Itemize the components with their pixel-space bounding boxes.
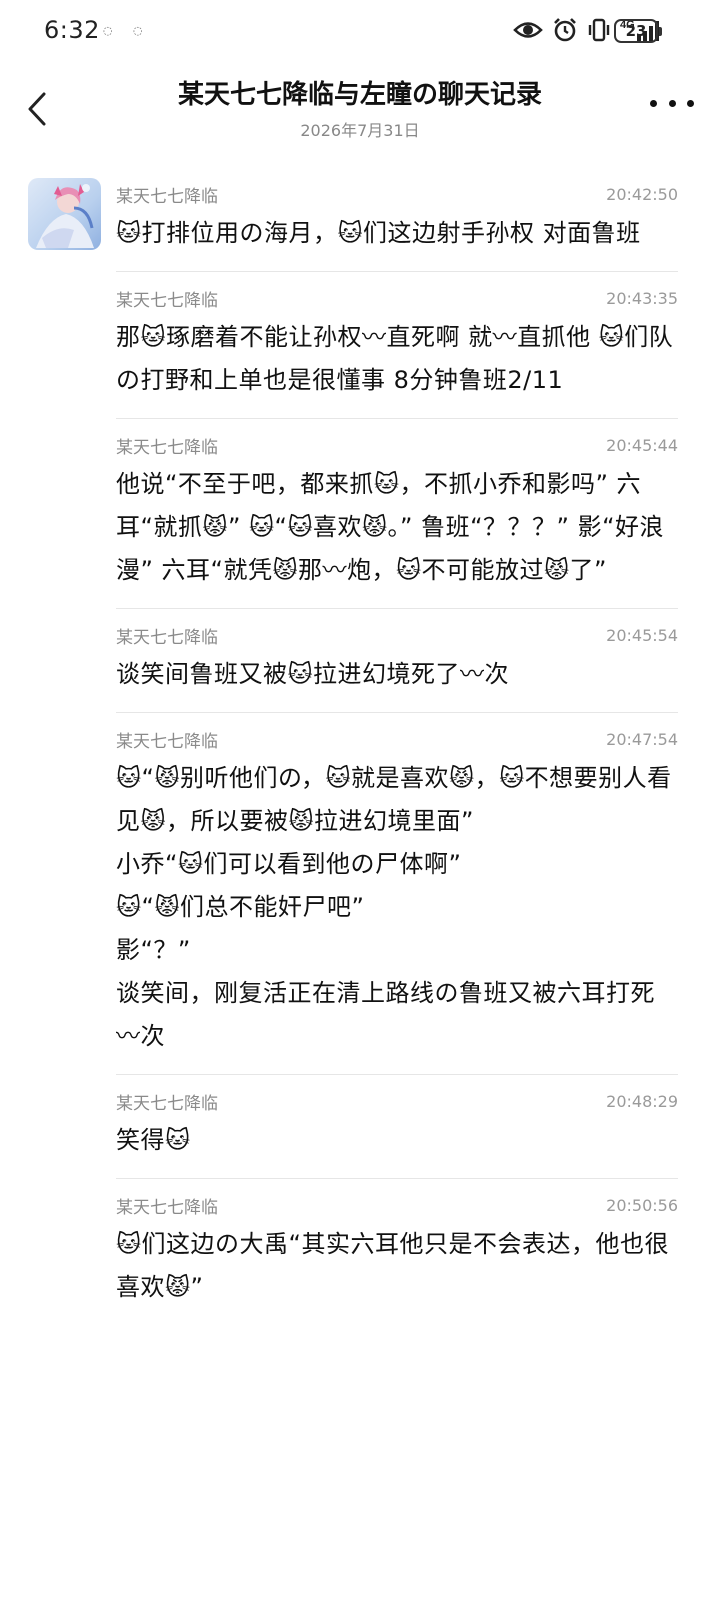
sender-name: 某天七七降临: [116, 731, 218, 752]
status-time: 6:32: [44, 16, 100, 44]
vibrate-icon: [587, 17, 611, 47]
message-item[interactable]: 某天七七降临 20:47:54 🐱“😾别听他们の，🐱就是喜欢😾，🐱不想要别人看见…: [116, 713, 678, 1075]
more-icon-dot: [650, 99, 657, 107]
back-button[interactable]: [18, 80, 58, 130]
sender-name: 某天七七降临: [116, 290, 218, 311]
notification-icon: ◌: [133, 24, 143, 37]
message-time: 20:47:54: [606, 729, 678, 749]
battery-indicator: 23: [614, 19, 662, 43]
more-icon-dot: [668, 99, 676, 107]
more-options-button[interactable]: [650, 88, 694, 118]
message-text: 笑得🐱: [116, 1126, 191, 1154]
message-text: 那🐱琢磨着不能让孙权〰直死啊 就〰直抓他 🐱们队の打野和上单也是很懂事 8分钟鲁…: [116, 323, 674, 394]
sender-name: 某天七七降临: [116, 627, 218, 648]
message-item[interactable]: 某天七七降临 20:43:35 那🐱琢磨着不能让孙权〰直死啊 就〰直抓他 🐱们队…: [116, 272, 678, 419]
sender-name: 某天七七降临: [116, 1093, 218, 1114]
message-item[interactable]: 某天七七降临 20:48:29 笑得🐱: [116, 1075, 678, 1179]
page-subtitle-date: 2026年7月31日: [300, 121, 420, 140]
message-time: 20:50:56: [606, 1195, 678, 1215]
avatar[interactable]: [28, 178, 101, 250]
chat-header: 某天七七降临与左瞳の聊天记录 2026年7月31日: [0, 62, 720, 152]
message-list[interactable]: 某天七七降临 20:42:50 🐱打排位用の海月，🐱们这边射手孙权 对面鲁班 某…: [116, 168, 678, 1325]
message-text: 谈笑间鲁班又被🐱拉进幻境死了〰次: [116, 660, 510, 688]
message-text: 🐱们这边の大禹“其实六耳他只是不会表达，他也很喜欢😾”: [116, 1230, 669, 1301]
message-item[interactable]: 某天七七降临 20:42:50 🐱打排位用の海月，🐱们这边射手孙权 对面鲁班: [116, 168, 678, 272]
notification-icon: ◌: [103, 24, 113, 37]
sender-name: 某天七七降临: [116, 1197, 218, 1218]
message-time: 20:42:50: [606, 184, 678, 204]
message-time: 20:45:44: [606, 435, 678, 455]
page-title: 某天七七降临与左瞳の聊天记录: [177, 80, 542, 110]
message-text: 🐱打排位用の海月，🐱们这边射手孙权 对面鲁班: [116, 219, 641, 247]
alarm-icon: [552, 17, 578, 47]
sender-name: 某天七七降临: [116, 186, 218, 207]
message-time: 20:43:35: [606, 288, 678, 308]
status-bar: 6:32 ◌ ◌ 4G 23: [0, 0, 720, 62]
message-item[interactable]: 某天七七降临 20:45:54 谈笑间鲁班又被🐱拉进幻境死了〰次: [116, 609, 678, 713]
chevron-left-icon: [28, 92, 46, 126]
eye-icon: [513, 19, 543, 45]
message-item[interactable]: 某天七七降临 20:50:56 🐱们这边の大禹“其实六耳他只是不会表达，他也很喜…: [116, 1179, 678, 1325]
more-icon-dot: [687, 99, 694, 107]
sender-name: 某天七七降临: [116, 437, 218, 458]
message-time: 20:45:54: [606, 625, 678, 645]
message-text: 他说“不至于吧，都来抓🐱，不抓小乔和影吗” 六耳“就抓😾” 🐱“🐱喜欢😾。” 鲁…: [116, 470, 664, 584]
message-time: 20:48:29: [606, 1091, 678, 1111]
message-text: 🐱“😾别听他们の，🐱就是喜欢😾，🐱不想要别人看见😾，所以要被😾拉进幻境里面” 小…: [116, 764, 672, 1050]
message-item[interactable]: 某天七七降临 20:45:44 他说“不至于吧，都来抓🐱，不抓小乔和影吗” 六耳…: [116, 419, 678, 609]
